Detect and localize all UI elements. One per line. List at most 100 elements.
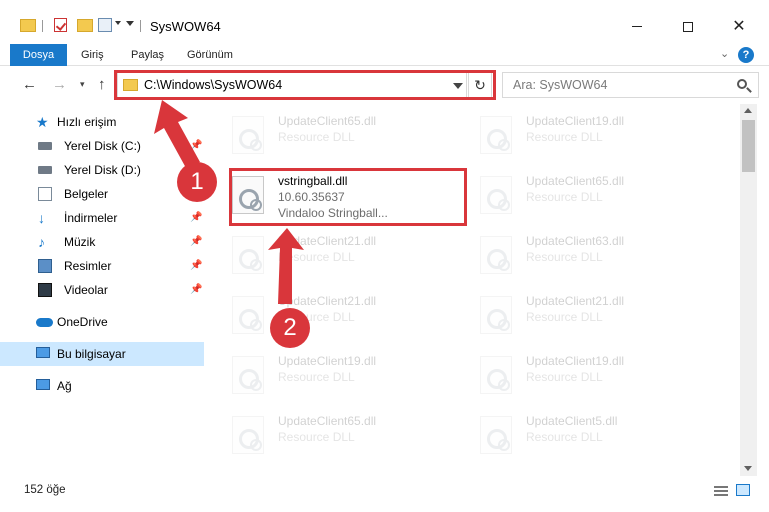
sidebar-item-label: Videolar	[64, 283, 108, 297]
disk-icon	[38, 142, 52, 150]
file-name: UpdateClient19.dll	[526, 114, 625, 128]
forward-button[interactable]: →	[52, 76, 67, 93]
file-type: Resource DLL	[278, 430, 355, 444]
file-name: UpdateClient65.dll	[526, 174, 625, 188]
sidebar-item-videos[interactable]: Videolar 📌	[0, 278, 204, 302]
navigation-pane: ★ Hızlı erişim Yerel Disk (C:) 📌 Yerel D…	[0, 104, 208, 476]
disk-icon	[38, 166, 52, 174]
file-type: Resource DLL	[526, 190, 603, 204]
sidebar-item-label: Bu bilgisayar	[57, 347, 126, 361]
onedrive-icon	[36, 318, 53, 327]
sidebar-item-label: Müzik	[64, 235, 96, 249]
sidebar-item-onedrive[interactable]: OneDrive	[0, 310, 204, 334]
dll-file-icon	[232, 296, 264, 334]
close-button[interactable]: ✕	[716, 12, 762, 42]
dll-file-icon	[480, 356, 512, 394]
tab-share[interactable]: Paylaş	[131, 44, 164, 66]
scroll-thumb[interactable]	[742, 120, 755, 172]
search-input[interactable]: Ara: SysWOW64	[502, 72, 759, 98]
vertical-scrollbar[interactable]	[740, 104, 757, 476]
item-count: 152 öğe	[24, 484, 66, 496]
details-view-icon[interactable]	[714, 486, 728, 496]
file-type: Resource DLL	[526, 370, 603, 384]
sidebar-item-label: Hızlı erişim	[57, 115, 117, 129]
dll-file-icon	[480, 176, 512, 214]
address-highlight-box	[114, 70, 496, 100]
search-placeholder: Ara: SysWOW64	[513, 78, 608, 92]
file-highlight-box	[229, 168, 467, 226]
star-icon: ★	[36, 114, 49, 130]
maximize-icon	[683, 21, 693, 32]
new-folder-icon[interactable]	[77, 19, 93, 32]
pin-icon[interactable]: 📌	[190, 230, 202, 254]
dll-file-icon	[232, 356, 264, 394]
network-icon	[36, 379, 50, 390]
file-item[interactable]: UpdateClient19.dll Resource DLL	[456, 346, 696, 402]
tab-home[interactable]: Giriş	[81, 44, 104, 66]
sidebar-item-downloads[interactable]: ↓ İndirmeler 📌	[0, 206, 204, 230]
recent-locations-button[interactable]: ▾	[80, 79, 85, 90]
file-item[interactable]: UpdateClient21.dll Resource DLL	[208, 286, 448, 342]
sidebar-item-local-disk-d[interactable]: Yerel Disk (D:)	[0, 158, 204, 182]
pc-icon	[36, 347, 50, 358]
toolbar-separator	[140, 20, 141, 32]
file-type: Resource DLL	[526, 310, 603, 324]
help-icon[interactable]: ?	[738, 47, 754, 63]
sidebar-item-network[interactable]: Ağ	[0, 374, 204, 398]
caret-down-icon[interactable]	[115, 21, 121, 25]
file-item[interactable]: UpdateClient19.dll Resource DLL	[456, 106, 696, 162]
view-properties-icon[interactable]	[98, 18, 112, 32]
file-type: Resource DLL	[526, 430, 603, 444]
file-name: UpdateClient65.dll	[278, 114, 377, 128]
tab-file[interactable]: Dosya	[10, 44, 67, 66]
sidebar-item-local-disk-c[interactable]: Yerel Disk (C:) 📌	[0, 134, 204, 158]
tab-view[interactable]: Görünüm	[187, 44, 233, 66]
pin-icon[interactable]: 📌	[190, 254, 202, 278]
file-name: UpdateClient19.dll	[526, 354, 625, 368]
file-item[interactable]: UpdateClient19.dll Resource DLL	[208, 346, 448, 402]
file-item[interactable]: UpdateClient65.dll Resource DLL	[208, 106, 448, 162]
scroll-down-icon[interactable]	[744, 466, 752, 471]
status-bar: 152 öğe	[0, 476, 769, 512]
step-2-badge: 2	[270, 308, 310, 348]
properties-check-icon[interactable]	[54, 18, 67, 32]
sidebar-item-this-pc[interactable]: Bu bilgisayar	[0, 342, 204, 366]
file-item[interactable]: UpdateClient5.dll Resource DLL	[456, 406, 696, 462]
file-list: UpdateClient65.dll Resource DLL vstringb…	[208, 104, 740, 476]
sidebar-item-documents[interactable]: Belgeler 📌	[0, 182, 204, 206]
expand-ribbon-icon[interactable]: ⌄	[720, 47, 730, 60]
file-name: UpdateClient21.dll	[278, 234, 377, 248]
customize-toolbar-dropdown-icon[interactable]	[126, 21, 134, 26]
title-bar: SysWOW64 ✕	[0, 0, 769, 44]
music-icon: ♪	[38, 234, 45, 250]
videos-icon	[38, 283, 52, 297]
file-item[interactable]: UpdateClient21.dll Resource DLL	[208, 226, 448, 282]
file-type: Resource DLL	[526, 130, 603, 144]
dll-file-icon	[232, 236, 264, 274]
large-icons-view-icon[interactable]	[736, 484, 750, 496]
sidebar-item-quick-access[interactable]: ★ Hızlı erişim	[0, 110, 204, 134]
back-button[interactable]: ←	[22, 76, 37, 93]
maximize-button[interactable]	[665, 12, 711, 42]
file-item[interactable]: UpdateClient21.dll Resource DLL	[456, 286, 696, 342]
file-item[interactable]: UpdateClient65.dll Resource DLL	[208, 406, 448, 462]
pin-icon[interactable]: 📌	[190, 206, 202, 230]
pin-icon[interactable]: 📌	[190, 134, 202, 158]
sidebar-item-pictures[interactable]: Resimler 📌	[0, 254, 204, 278]
dll-file-icon	[232, 116, 264, 154]
minimize-button[interactable]	[614, 12, 660, 42]
search-icon[interactable]	[737, 79, 747, 89]
scroll-up-icon[interactable]	[744, 108, 752, 113]
up-button[interactable]: ↑	[98, 76, 106, 93]
file-name: UpdateClient5.dll	[526, 414, 618, 428]
file-item[interactable]: UpdateClient65.dll Resource DLL	[456, 166, 696, 222]
sidebar-item-label: Yerel Disk (C:)	[64, 139, 141, 153]
step-1-badge: 1	[177, 162, 217, 202]
sidebar-item-label: Resimler	[64, 259, 112, 273]
file-name: UpdateClient21.dll	[278, 294, 377, 308]
pin-icon[interactable]: 📌	[190, 278, 202, 302]
sidebar-item-music[interactable]: ♪ Müzik 📌	[0, 230, 204, 254]
file-item[interactable]: UpdateClient63.dll Resource DLL	[456, 226, 696, 282]
dll-file-icon	[480, 236, 512, 274]
file-type: Resource DLL	[526, 250, 603, 264]
